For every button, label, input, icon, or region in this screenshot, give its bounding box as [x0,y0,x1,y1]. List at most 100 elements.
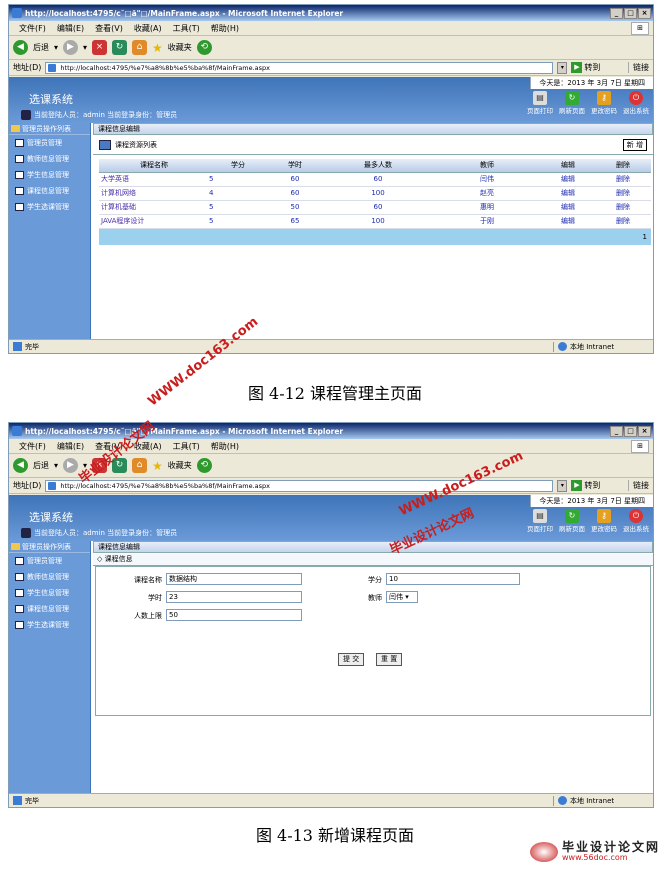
forward-dropdown-icon[interactable]: ▾ [83,43,87,52]
go-button[interactable]: ▶ 转到 [571,480,600,491]
delete-link[interactable]: 删除 [595,186,651,201]
logout-button[interactable]: ⏻ 退出系统 [623,91,649,115]
menu-tools[interactable]: 工具(T) [173,23,200,34]
menu-help[interactable]: 帮助(H) [211,23,239,34]
menu-view[interactable]: 查看(V) [95,23,123,34]
sidebar-item-enrollment[interactable]: 学生选课管理 [9,617,90,633]
sidebar-item-enrollment[interactable]: 学生选课管理 [9,199,90,215]
menu-favorites[interactable]: 收藏(A) [134,23,162,34]
reset-button[interactable]: 重 置 [376,653,403,666]
favorites-label[interactable]: 收藏夹 [168,42,192,53]
menu-view[interactable]: 查看(V) [95,441,123,452]
favorites-star-icon[interactable]: ★ [152,459,163,473]
sidebar-item-student[interactable]: 学生信息管理 [9,585,90,601]
print-page-button[interactable]: ▤ 页面打印 [527,509,553,533]
max-students-input[interactable]: 50 [166,609,302,621]
close-button[interactable]: × [638,425,651,437]
delete-link[interactable]: 删除 [595,200,651,215]
delete-link[interactable]: 删除 [595,172,651,187]
go-button[interactable]: ▶ 转到 [571,62,600,73]
status-text: 完毕 [25,342,39,351]
stop-icon[interactable]: × [92,40,108,55]
menu-edit[interactable]: 编辑(E) [57,23,84,34]
sidebar-item-student[interactable]: 学生信息管理 [9,167,90,183]
window-icon [15,589,24,597]
page-number[interactable]: 1 [643,233,647,241]
menu-help[interactable]: 帮助(H) [211,441,239,452]
add-course-button[interactable]: 新 增 [622,138,647,151]
change-password-button[interactable]: ⚷ 更改密码 [591,91,617,115]
refresh-page-button[interactable]: ↻ 刷新页面 [559,509,585,533]
sidebar-item-teacher[interactable]: 教师信息管理 [9,569,90,585]
teacher-select[interactable]: 闫伟 ▾ [386,591,418,603]
delete-link[interactable]: 删除 [595,214,651,229]
refresh-icon[interactable]: ↻ [112,40,128,55]
menubar: 文件(F) 编辑(E) 查看(V) 收藏(A) 工具(T) 帮助(H) ⊞ [9,439,653,454]
address-dropdown-icon[interactable]: ▾ [557,479,568,492]
minimize-button[interactable]: _ [610,7,623,19]
back-arrow-icon[interactable]: ◀ [13,40,28,55]
figure-caption-1: 图 4-12 课程管理主页面 [247,384,423,403]
links-button[interactable]: 链接 [628,480,653,491]
main-content: 课程信息编辑 ◇ 课程信息 课程名称 数据结构 学分 10 学时 23 教师 闫… [93,541,653,795]
change-password-button[interactable]: ⚷ 更改密码 [591,509,617,533]
print-label: 页面打印 [527,107,553,115]
maximize-button[interactable]: □ [624,7,637,19]
course-max: 100 [323,214,433,229]
links-button[interactable]: 链接 [628,62,653,73]
home-icon[interactable]: ⌂ [132,458,148,473]
course-name-input[interactable]: 数据结构 [166,573,302,585]
sidebar-item-course[interactable]: 课程信息管理 [9,183,90,199]
back-dropdown-icon[interactable]: ▾ [54,461,58,470]
forward-dropdown-icon[interactable]: ▾ [83,461,87,470]
address-input[interactable]: http://localhost:4795/%e7%a8%8b%e5%ba%8f… [45,479,554,492]
favorites-star-icon[interactable]: ★ [152,41,163,55]
history-icon[interactable]: ⟲ [196,458,212,473]
sidebar-item-admin[interactable]: 管理员管理 [9,553,90,569]
logout-button[interactable]: ⏻ 退出系统 [623,509,649,533]
submit-button[interactable]: 提 交 [338,653,365,666]
sidebar-item-course[interactable]: 课程信息管理 [9,601,90,617]
menu-tools[interactable]: 工具(T) [173,441,200,452]
edit-link[interactable]: 编辑 [541,200,595,215]
forward-arrow-icon[interactable]: ▶ [63,458,79,473]
panel-header: 课程信息编辑 [93,123,653,135]
refresh-label: 刷新页面 [559,525,585,533]
close-button[interactable]: × [638,7,651,19]
stop-icon[interactable]: × [92,458,108,473]
address-dropdown-icon[interactable]: ▾ [557,61,568,74]
menu-file[interactable]: 文件(F) [19,23,46,34]
sidebar-item-teacher[interactable]: 教师信息管理 [9,151,90,167]
page-done-icon [13,342,22,351]
credit-input[interactable]: 10 [386,573,520,585]
refresh-page-button[interactable]: ↻ 刷新页面 [559,91,585,115]
print-page-button[interactable]: ▤ 页面打印 [527,91,553,115]
history-icon[interactable]: ⟲ [196,40,212,55]
sidebar-item-admin[interactable]: 管理员管理 [9,135,90,151]
edit-link[interactable]: 编辑 [541,214,595,229]
minimize-button[interactable]: _ [610,425,623,437]
edit-link[interactable]: 编辑 [541,172,595,187]
course-teacher: 闫伟 [433,172,541,187]
favorites-label[interactable]: 收藏夹 [168,460,192,471]
screenshot-course-list: http://localhost:4795/c˘□ã"□/MainFrame.a… [8,4,654,354]
menu-edit[interactable]: 编辑(E) [57,441,84,452]
back-dropdown-icon[interactable]: ▾ [54,43,58,52]
hours-input[interactable]: 23 [166,591,302,603]
menubar: 文件(F) 编辑(E) 查看(V) 收藏(A) 工具(T) 帮助(H) ⊞ [9,21,653,36]
home-icon[interactable]: ⌂ [132,40,148,55]
edit-link[interactable]: 编辑 [541,186,595,201]
back-label[interactable]: 后退 [33,42,49,53]
menu-favorites[interactable]: 收藏(A) [134,441,162,452]
status-text: 完毕 [25,796,39,805]
date-display: 今天是：2013 年 3月 7日 星期四 [530,77,653,89]
refresh-icon[interactable]: ↻ [112,458,128,473]
forward-arrow-icon[interactable]: ▶ [63,40,79,55]
back-arrow-icon[interactable]: ◀ [13,458,28,473]
back-label[interactable]: 后退 [33,460,49,471]
maximize-button[interactable]: □ [624,425,637,437]
user-text: 当前登陆人员：admin 当前登录身份：管理员 [34,529,178,537]
list-header: 课程资源列表 新 增 [93,135,653,155]
address-input[interactable]: http://localhost:4795/%e7%a8%8b%e5%ba%8f… [45,61,554,74]
menu-file[interactable]: 文件(F) [19,441,46,452]
